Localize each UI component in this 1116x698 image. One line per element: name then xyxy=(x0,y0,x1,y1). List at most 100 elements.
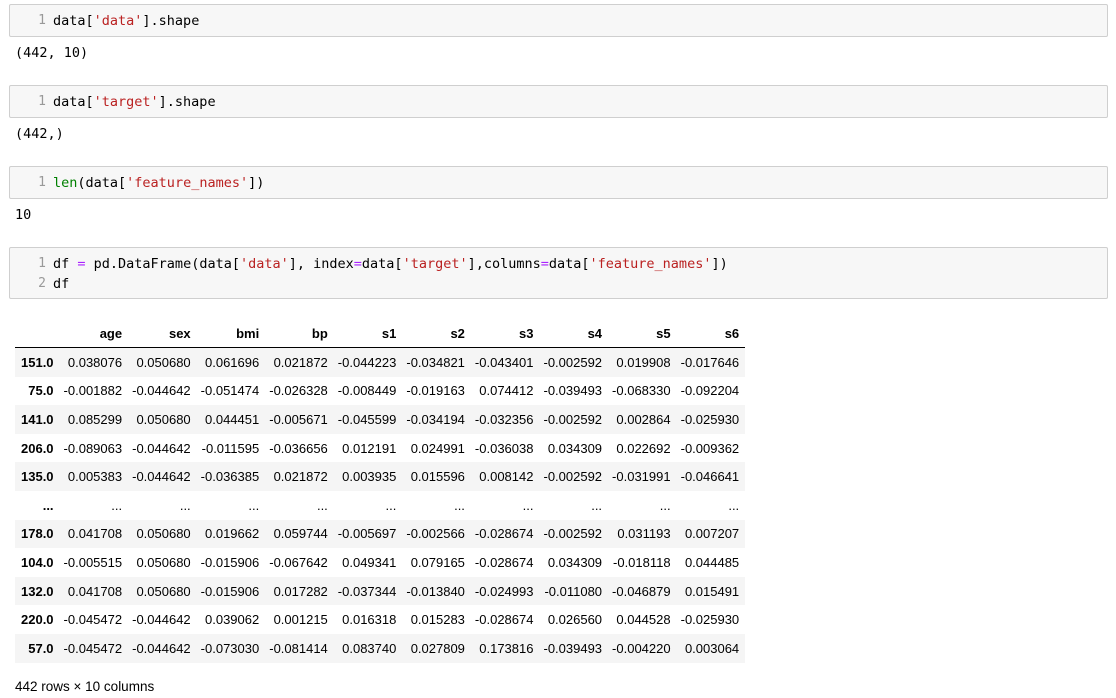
code-text[interactable]: len(data['feature_names']) xyxy=(53,173,264,193)
row-index: 135.0 xyxy=(21,469,54,485)
table-cell: -0.044642 xyxy=(132,612,191,628)
table-cell: -0.039493 xyxy=(543,640,603,656)
table-cell: -0.025930 xyxy=(680,411,740,427)
table-row: 104.0 -0.005515 0.050680 -0.015906 -0.067642… xyxy=(15,548,746,577)
code-text[interactable]: df xyxy=(53,274,69,294)
code-cell-4[interactable]: 1 df = pd.DataFrame(data['data'], index=… xyxy=(9,247,1108,299)
table-cell: -0.009362 xyxy=(680,440,740,456)
table-cell: -0.005671 xyxy=(269,411,328,427)
code-line: 1 len(data['feature_names']) xyxy=(10,173,1107,193)
table-cell: 0.061696 xyxy=(205,354,260,370)
table-cell: 0.050680 xyxy=(136,554,191,570)
code-text[interactable]: df = pd.DataFrame(data['data'], index=da… xyxy=(53,254,728,274)
table-cell: -0.067642 xyxy=(269,554,328,570)
table-cell: -0.015906 xyxy=(200,554,260,570)
code-token: 'feature_names' xyxy=(589,256,712,272)
table-row: 151.0 0.038076 0.050680 0.061696 0.021872 -0.… xyxy=(15,347,746,377)
table-cell: -0.002592 xyxy=(543,469,603,485)
table-row: 206.0 -0.089063 -0.044642 -0.011595 -0.03665… xyxy=(15,433,746,463)
code-cell-3[interactable]: 1 len(data['feature_names']) xyxy=(9,166,1108,199)
table-cell: 0.085299 xyxy=(67,411,123,427)
line-number: 2 xyxy=(38,276,46,291)
table-cell: -0.028674 xyxy=(474,554,534,570)
line-number: 1 xyxy=(38,94,46,109)
cell-output-2: (442,) xyxy=(15,126,64,142)
table-cell: -0.036385 xyxy=(200,469,260,485)
table-cell: 0.050680 xyxy=(136,354,191,370)
code-token: ], index xyxy=(288,256,354,272)
table-cell: -0.044642 xyxy=(132,640,191,656)
table-cell: -0.002592 xyxy=(543,526,603,542)
table-row: 57.0 -0.045472 -0.044642 -0.073030 -0.081414… xyxy=(15,633,746,663)
row-index: 57.0 xyxy=(28,640,54,656)
table-cell: -0.002592 xyxy=(543,354,603,370)
table-cell: ... xyxy=(179,497,191,513)
table-cell: 0.083740 xyxy=(342,640,397,656)
table-cell: -0.036038 xyxy=(474,440,534,456)
table-cell: 0.021872 xyxy=(273,354,328,370)
table-cell: -0.092204 xyxy=(680,383,740,399)
table-cell: 0.026560 xyxy=(547,612,603,628)
row-index: 132.0 xyxy=(21,583,54,599)
table-cell: -0.008449 xyxy=(337,383,397,399)
table-cell: -0.026328 xyxy=(269,383,328,399)
code-text[interactable]: data['target'].shape xyxy=(53,92,216,112)
table-cell: ... xyxy=(659,497,671,513)
code-text[interactable]: data['data'].shape xyxy=(53,11,199,31)
code-token: = xyxy=(353,256,362,272)
table-cell: 0.031193 xyxy=(617,526,671,542)
row-index: 206.0 xyxy=(21,440,54,456)
code-line: 1 data['data'].shape xyxy=(10,11,1107,31)
code-token: 'target' xyxy=(93,94,159,110)
table-cell: 0.003064 xyxy=(684,640,740,656)
table-cell: 0.038076 xyxy=(67,354,123,370)
table-cell: -0.011595 xyxy=(201,440,260,456)
row-index: 75.0 xyxy=(28,383,54,399)
table-cell: -0.039493 xyxy=(543,383,603,399)
code-line: 2 df xyxy=(10,274,1107,294)
code-token: (data[ xyxy=(77,175,127,191)
table-cell: -0.004220 xyxy=(612,640,671,656)
code-cell-1[interactable]: 1 data['data'].shape xyxy=(9,4,1108,37)
table-cell: -0.089063 xyxy=(63,440,123,456)
column-header: s6 xyxy=(724,325,740,341)
table-cell: -0.034821 xyxy=(406,354,465,370)
table-cell: 0.008142 xyxy=(479,469,534,485)
row-index: 220.0 xyxy=(21,612,54,628)
row-index: 178.0 xyxy=(21,526,54,542)
row-index: 141.0 xyxy=(21,411,54,427)
column-header: s4 xyxy=(587,325,603,341)
table-cell: -0.019163 xyxy=(406,383,465,399)
table-cell: 0.015283 xyxy=(410,612,465,628)
index-header xyxy=(15,319,60,348)
table-cell: -0.013840 xyxy=(406,583,465,599)
table-cell: 0.003935 xyxy=(342,469,397,485)
table-cell: -0.081414 xyxy=(269,640,328,656)
table-cell: -0.046879 xyxy=(612,583,671,599)
code-token: 'target' xyxy=(402,256,468,272)
table-cell: -0.034194 xyxy=(406,411,465,427)
table-cell: 0.017282 xyxy=(273,583,328,599)
table-cell: -0.024993 xyxy=(474,583,534,599)
table-cell: 0.001215 xyxy=(273,612,328,628)
table-cell: ... xyxy=(591,497,603,513)
table-cell: ... xyxy=(385,497,397,513)
table-cell: 0.002864 xyxy=(616,411,671,427)
table-cell: -0.046641 xyxy=(680,469,740,485)
table-row: 178.0 0.041708 0.050680 0.019662 0.059744 -0.… xyxy=(15,519,746,549)
dataframe-body: 151.0 0.038076 0.050680 0.061696 0.021872 -0.… xyxy=(15,347,746,663)
table-cell: -0.068330 xyxy=(612,383,671,399)
column-header: age xyxy=(99,325,123,341)
dataframe-header-row: age sex bmi bp s1 s2 s3 s4 s5 s6 xyxy=(15,319,746,348)
code-cell-2[interactable]: 1 data['target'].shape xyxy=(9,85,1108,118)
code-token: ]) xyxy=(248,175,265,191)
code-token: 'data' xyxy=(239,256,289,272)
table-cell: 0.049341 xyxy=(342,554,397,570)
code-token: = xyxy=(540,256,549,272)
code-token: ]) xyxy=(711,256,728,272)
column-header: sex xyxy=(168,325,191,341)
table-cell: -0.043401 xyxy=(474,354,534,370)
code-token: ].shape xyxy=(158,94,216,110)
table-cell: -0.051474 xyxy=(200,383,260,399)
code-token: df xyxy=(53,276,70,292)
